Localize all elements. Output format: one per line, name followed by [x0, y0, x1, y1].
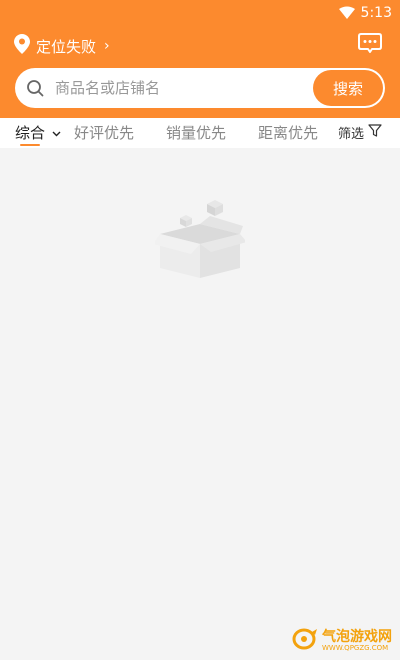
filter-label: 筛选 — [337, 127, 364, 142]
search-icon — [26, 79, 44, 97]
tab-label: 综合 — [15, 124, 46, 142]
tab-sales[interactable]: 销量优先 — [166, 122, 226, 143]
location-pin-icon — [14, 34, 30, 58]
filter-funnel-icon — [368, 124, 382, 141]
watermark: 气泡游戏网 WWW.QPGZG.COM — [292, 628, 392, 654]
location-label: 定位失败 — [36, 37, 97, 56]
message-icon[interactable] — [358, 31, 382, 55]
location-selector[interactable]: 定位失败 › — [14, 34, 110, 58]
status-time: 5:13 — [360, 5, 392, 21]
chevron-right-icon: › — [104, 38, 110, 54]
tab-distance[interactable]: 距离优先 — [258, 122, 318, 143]
watermark-title: 气泡游戏网 — [322, 629, 392, 645]
watermark-url: WWW.QPGZG.COM — [322, 644, 389, 652]
filter-button[interactable]: 筛选 — [338, 123, 382, 142]
wifi-icon — [338, 6, 355, 20]
header: 5:13 定位失败 › 搜索 — [0, 0, 400, 118]
empty-box-icon — [153, 196, 247, 286]
tab-rating[interactable]: 好评优先 — [74, 122, 134, 143]
search-bar: 搜索 — [15, 68, 385, 108]
watermark-logo-icon — [292, 628, 318, 654]
search-button[interactable]: 搜索 — [313, 70, 383, 106]
search-input[interactable] — [55, 68, 315, 108]
status-bar: 5:13 — [338, 3, 392, 23]
tab-comprehensive[interactable]: 综合 — [15, 122, 61, 143]
active-tab-indicator — [20, 144, 40, 146]
sort-tabs: 综合 好评优先 销量优先 距离优先 筛选 — [0, 118, 400, 148]
chevron-down-icon — [50, 124, 61, 142]
